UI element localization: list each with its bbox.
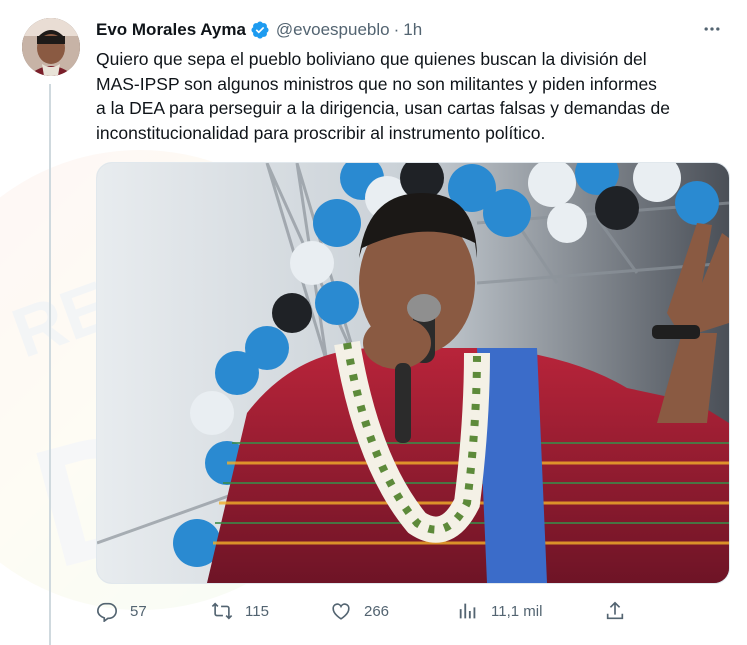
- thread-line: [49, 84, 51, 645]
- avatar[interactable]: [22, 18, 80, 76]
- share-icon: [606, 601, 624, 620]
- timestamp[interactable]: 1h: [403, 20, 422, 40]
- reply-button[interactable]: 57: [96, 596, 147, 626]
- retweet-button[interactable]: 115: [211, 596, 269, 626]
- share-button[interactable]: [604, 596, 626, 626]
- views-icon: [459, 603, 476, 619]
- tweet-text-line: a la DEA para perseguir a la dirigencia,…: [96, 98, 670, 118]
- tweet-text-line: Quiero que sepa el pueblo boliviano que …: [96, 49, 647, 69]
- more-options-icon: [704, 27, 720, 31]
- verified-badge-icon: [251, 21, 269, 39]
- tweet-header: Evo Morales Ayma @evoespueblo · 1h: [96, 20, 422, 40]
- tweet-text-line: MAS-IPSP son algunos ministros que no so…: [96, 73, 657, 94]
- retweet-icon: [211, 602, 233, 620]
- tweet-photo[interactable]: [96, 162, 730, 584]
- author-name[interactable]: Evo Morales Ayma: [96, 20, 246, 40]
- reply-count: 57: [130, 602, 147, 620]
- like-icon: [332, 603, 350, 620]
- retweet-count: 115: [245, 602, 269, 620]
- like-button[interactable]: 266: [330, 596, 389, 626]
- like-count: 266: [364, 602, 390, 620]
- tweet-text: Quiero que sepa el pueblo boliviano que …: [96, 47, 736, 145]
- avatar-photo: [22, 18, 80, 76]
- action-bar: 57 115 266 11,1 mil: [96, 596, 636, 626]
- author-handle[interactable]: @evoespueblo: [276, 20, 390, 40]
- views-count: 11,1 mil: [491, 602, 543, 620]
- photo-illustration: [97, 163, 729, 583]
- reply-icon: [97, 602, 117, 622]
- tweet-text-line: inconstitucionalidad para proscribir al …: [96, 122, 546, 143]
- tweet[interactable]: RED DTV Evo Morales Ayma @evoespueblo · …: [0, 0, 747, 645]
- separator-dot: ·: [393, 20, 400, 39]
- views-button[interactable]: 11,1 mil: [457, 596, 542, 626]
- more-options-button[interactable]: [697, 14, 727, 44]
